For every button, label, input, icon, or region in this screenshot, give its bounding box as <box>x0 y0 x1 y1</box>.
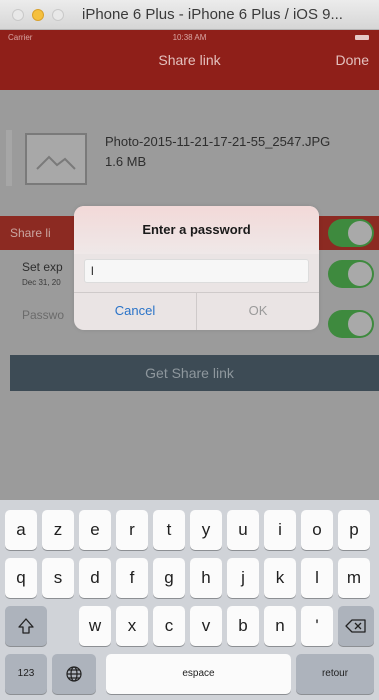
key[interactable]: x <box>116 606 148 646</box>
password-input[interactable] <box>84 259 309 283</box>
key[interactable]: l <box>301 558 333 598</box>
alert-title: Enter a password <box>142 222 251 237</box>
page-title: Share link <box>158 52 221 68</box>
key[interactable]: a <box>5 510 37 550</box>
key[interactable]: n <box>264 606 296 646</box>
key[interactable]: b <box>227 606 259 646</box>
previous-thumbnail-edge <box>6 130 12 186</box>
share-link-toggle[interactable] <box>328 219 374 247</box>
password-toggle[interactable] <box>328 310 374 338</box>
password-label: Passwo <box>22 308 65 322</box>
keyboard: a z e r t y u i o p q s d f g h j k l m … <box>0 500 379 700</box>
key[interactable]: j <box>227 558 259 598</box>
file-size: 1.6 MB <box>105 154 147 169</box>
key[interactable]: g <box>153 558 185 598</box>
window-close-button[interactable] <box>12 9 24 21</box>
window-minimize-button[interactable] <box>32 9 44 21</box>
key[interactable]: k <box>264 558 296 598</box>
cancel-button[interactable]: Cancel <box>74 292 196 330</box>
battery-icon <box>355 35 369 40</box>
key[interactable]: ' <box>301 606 333 646</box>
key[interactable]: v <box>190 606 222 646</box>
expiration-toggle[interactable] <box>328 260 374 288</box>
key[interactable]: f <box>116 558 148 598</box>
key[interactable]: p <box>338 510 370 550</box>
key[interactable]: t <box>153 510 185 550</box>
space-key[interactable]: espace <box>106 654 291 694</box>
get-share-link-label: Get Share link <box>145 365 234 381</box>
ok-button[interactable]: OK <box>197 292 319 330</box>
shift-key[interactable] <box>5 606 47 646</box>
key[interactable]: o <box>301 510 333 550</box>
expiration-date: Dec 31, 20 <box>22 278 61 287</box>
key[interactable]: s <box>42 558 74 598</box>
numbers-key[interactable]: 123 <box>5 654 47 694</box>
navigation-bar: Carrier 10:38 AM Share link Done <box>0 30 379 90</box>
key[interactable]: w <box>79 606 111 646</box>
return-key[interactable]: retour <box>296 654 374 694</box>
key[interactable]: d <box>79 558 111 598</box>
delete-icon <box>345 619 366 633</box>
shift-icon <box>18 618 34 634</box>
globe-icon <box>66 666 82 682</box>
done-button[interactable]: Done <box>336 52 369 68</box>
key[interactable]: m <box>338 558 370 598</box>
password-alert: Enter a password Cancel OK <box>74 206 319 330</box>
key[interactable]: e <box>79 510 111 550</box>
key[interactable]: u <box>227 510 259 550</box>
key[interactable]: i <box>264 510 296 550</box>
simulator-title: iPhone 6 Plus - iPhone 6 Plus / iOS 9... <box>82 6 343 23</box>
share-link-label: Share li <box>10 226 51 240</box>
key[interactable]: c <box>153 606 185 646</box>
toggle-knob <box>348 221 372 245</box>
image-thumbnail-icon <box>25 133 87 185</box>
key[interactable]: y <box>190 510 222 550</box>
status-time: 10:38 AM <box>172 33 207 42</box>
toggle-knob <box>348 312 372 336</box>
key[interactable]: z <box>42 510 74 550</box>
globe-key[interactable] <box>52 654 96 694</box>
window-zoom-button[interactable] <box>52 9 64 21</box>
key[interactable]: h <box>190 558 222 598</box>
delete-key[interactable] <box>338 606 374 646</box>
key[interactable]: r <box>116 510 148 550</box>
key[interactable]: q <box>5 558 37 598</box>
toggle-knob <box>348 262 372 286</box>
simulator-titlebar: iPhone 6 Plus - iPhone 6 Plus / iOS 9... <box>0 0 379 30</box>
expiration-label: Set exp <box>22 260 63 274</box>
file-name: Photo-2015-11-21-17-21-55_2547.JPG <box>105 134 331 149</box>
